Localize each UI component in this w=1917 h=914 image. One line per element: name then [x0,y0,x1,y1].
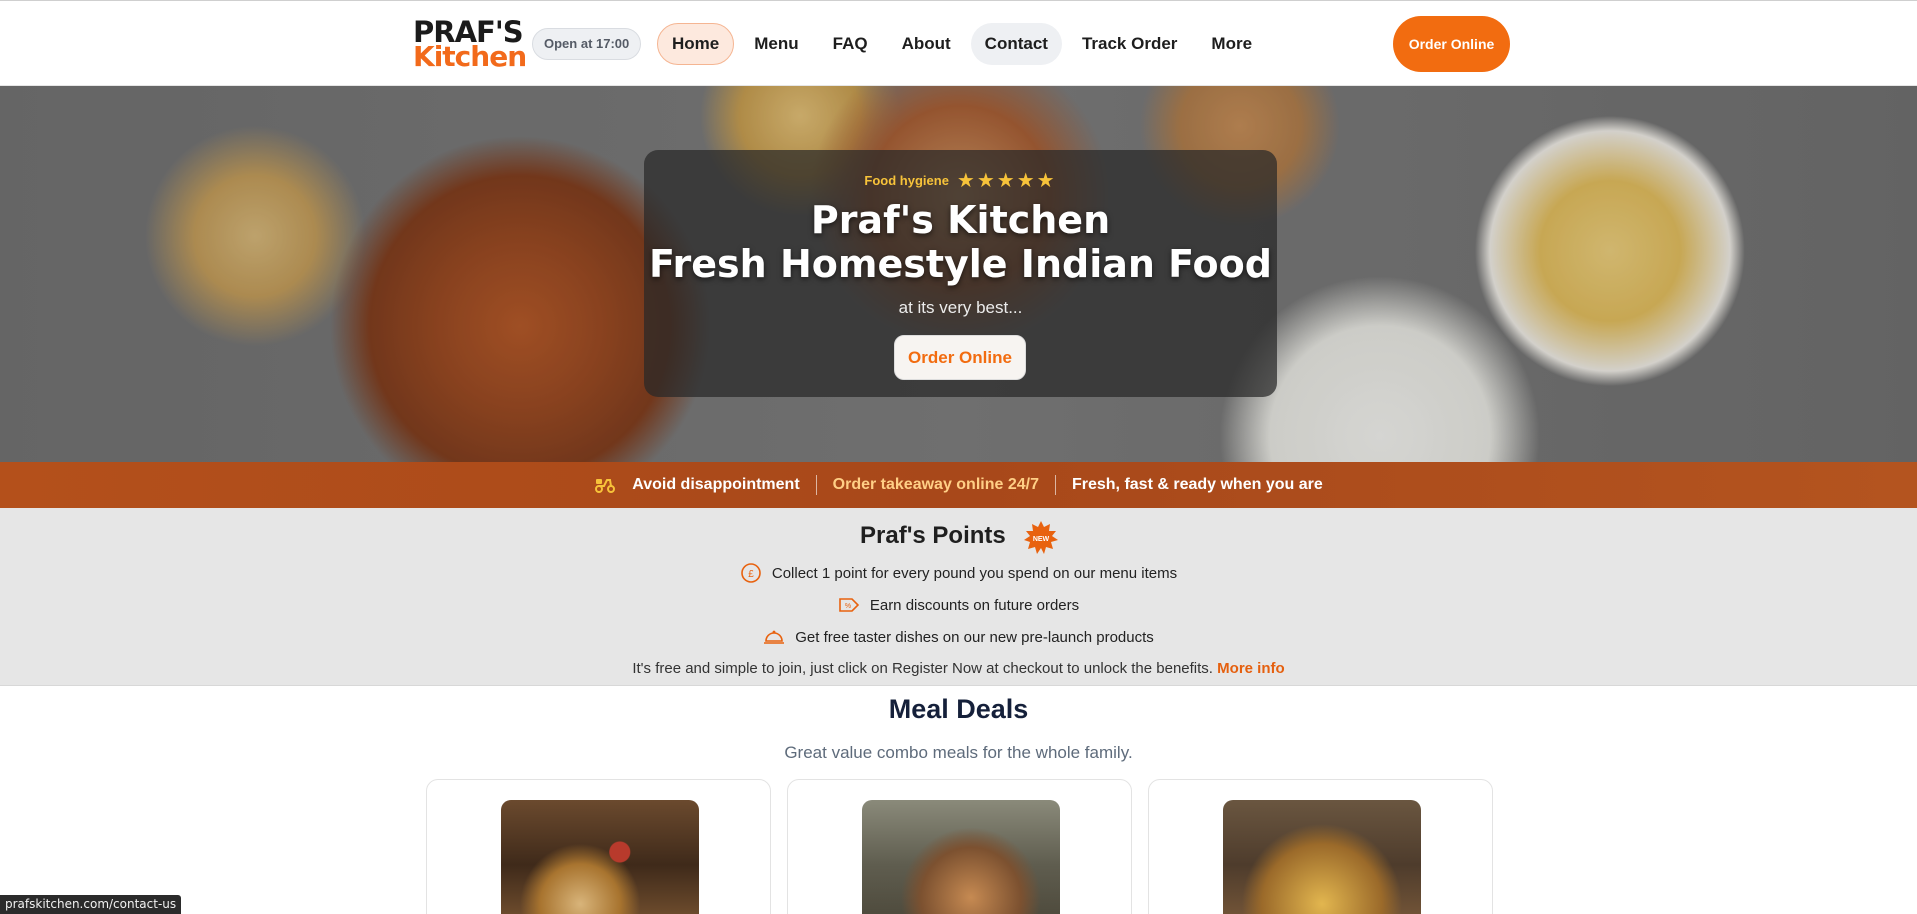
svg-text:%: % [845,603,851,610]
nav-home[interactable]: Home [657,23,735,65]
more-info-link[interactable]: More info [1217,660,1285,677]
meal-deal-image [501,800,699,914]
hygiene-rating: Food hygiene ★★★★★ [644,168,1277,193]
hygiene-label: Food hygiene [864,173,949,188]
strip-divider [1054,475,1056,495]
discount-tag-icon: % [838,594,860,616]
meal-deals-title: Meal Deals [888,694,1029,724]
meal-deal-card[interactable] [426,779,771,914]
hero-title-line1: Praf's Kitchen [810,198,1111,242]
meal-deal-image [1223,800,1421,914]
strip-divider [815,475,817,495]
logo-line2: Kitchen [413,40,527,73]
new-badge-text: NEW [1033,536,1050,543]
points-benefit-text: Get free taster dishes on our new pre-la… [795,628,1154,646]
points-benefit-text: Collect 1 point for every pound you spen… [771,564,1178,582]
strip-text-2: Order takeaway online 24/7 [832,476,1039,493]
new-badge-icon: NEW [1024,521,1058,555]
nav-track-order[interactable]: Track Order [1068,23,1191,65]
cloche-icon [763,626,785,648]
logo[interactable]: PRAF'S Kitchen [413,18,527,73]
points-note-text: It's free and simple to join, just click… [632,660,1213,677]
points-note: It's free and simple to join, just click… [0,660,1917,677]
pound-coin-icon: £ [740,562,762,584]
hero-title-line2: Fresh Homestyle Indian Food [649,242,1272,286]
star-rating-icon: ★★★★★ [956,170,1057,192]
open-status-badge: Open at 17:00 [532,28,642,60]
points-benefit-1: £ Collect 1 point for every pound you sp… [0,562,1917,584]
strip-text-3: Fresh, fast & ready when you are [1071,476,1323,493]
promo-strip: Avoid disappointment Order takeaway onli… [0,462,1917,508]
nav-faq[interactable]: FAQ [819,23,882,65]
nav-about[interactable]: About [888,23,965,65]
points-benefit-2: % Earn discounts on future orders [0,594,1917,616]
meal-deal-card[interactable] [1148,779,1493,914]
order-online-button[interactable]: Order Online [1393,16,1510,72]
hero-subtitle: at its very best... [898,298,1023,317]
meal-deal-image [862,800,1060,914]
points-benefit-3: Get free taster dishes on our new pre-la… [0,626,1917,648]
site-header: PRAF'S Kitchen Open at 17:00 Home Menu F… [0,0,1917,86]
svg-text:£: £ [748,569,754,580]
nav-menu[interactable]: Menu [740,23,812,65]
hero-card: Food hygiene ★★★★★ Praf's Kitchen Fresh … [644,150,1277,397]
scooter-icon [594,473,616,498]
link-preview-url: prafskitchen.com/contact-us [0,895,182,914]
meal-deals-subtitle: Great value combo meals for the whole fa… [784,743,1133,762]
hero-order-button[interactable]: Order Online [894,335,1026,380]
meal-deal-card[interactable] [787,779,1132,914]
points-section: Praf's Points NEW £ Collect 1 point for … [0,508,1917,686]
hero-title: Praf's Kitchen Fresh Homestyle Indian Fo… [644,198,1277,286]
points-benefit-text: Earn discounts on future orders [869,596,1080,614]
points-title: Praf's Points [860,522,1006,549]
nav-contact[interactable]: Contact [970,23,1062,65]
strip-text-1: Avoid disappointment [632,476,800,493]
main-nav: Home Menu FAQ About Contact Track Order … [657,23,1266,65]
nav-more[interactable]: More [1197,23,1266,65]
